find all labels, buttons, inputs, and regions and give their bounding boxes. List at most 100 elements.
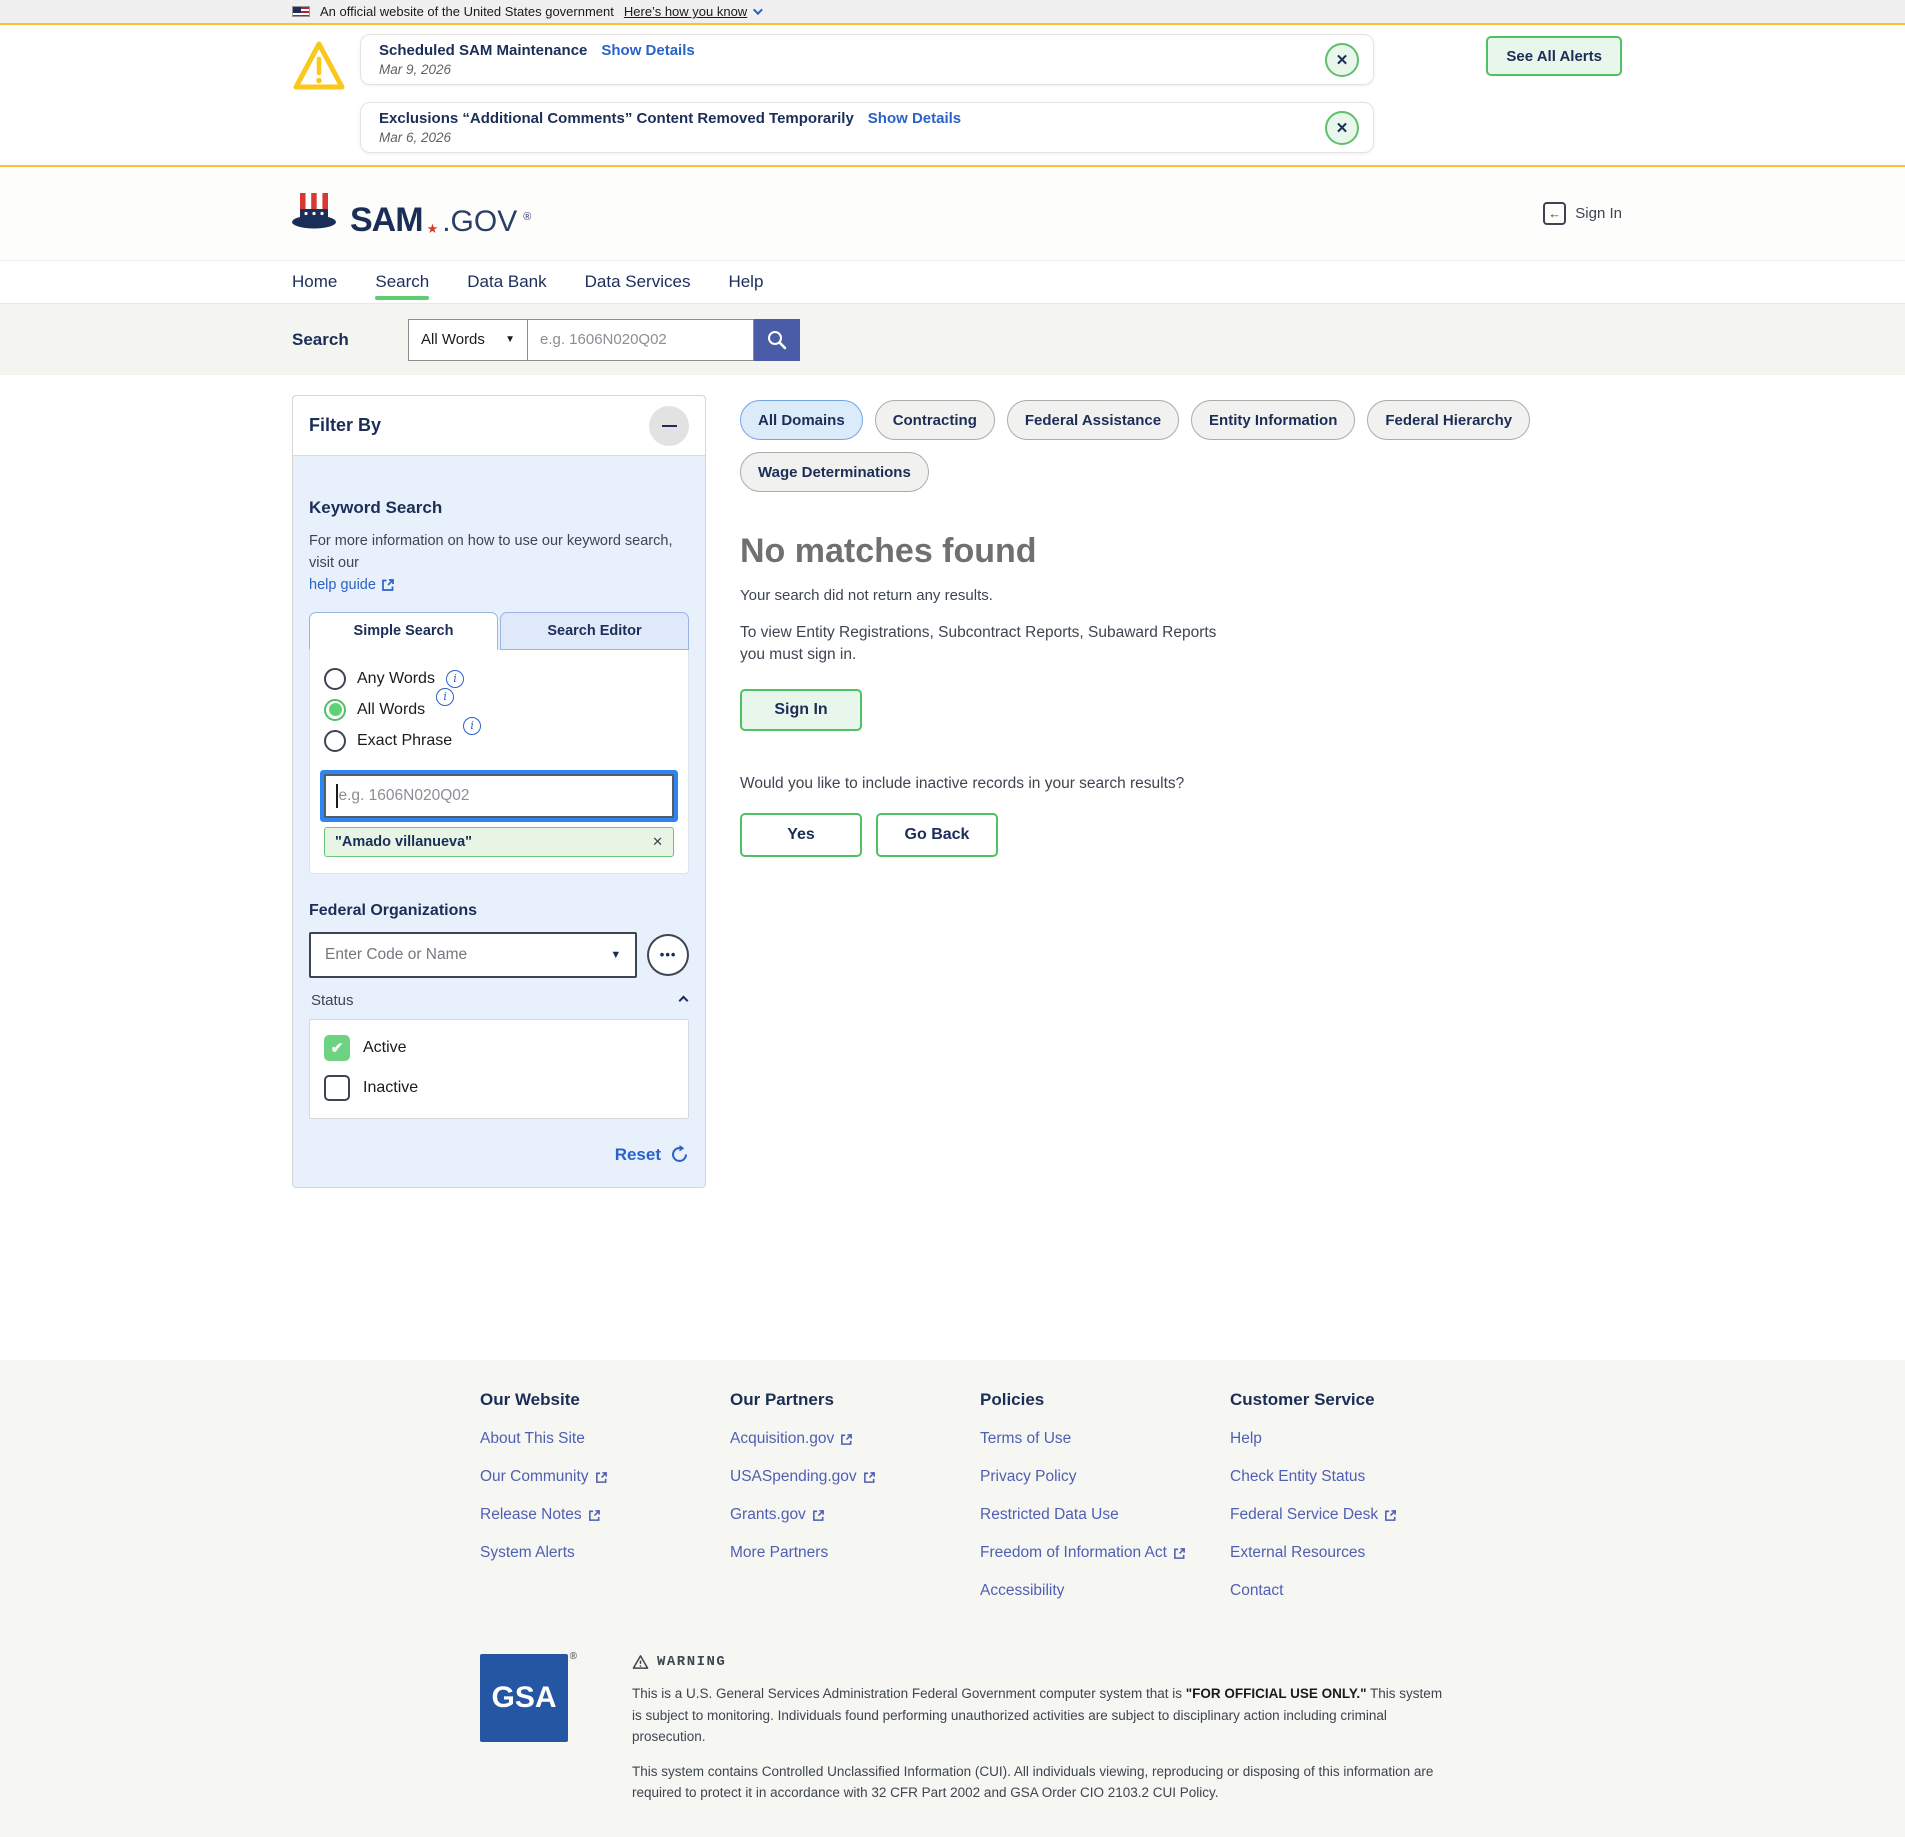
dropdown-caret-icon: ▼ <box>505 334 515 345</box>
tab-federal-hierarchy[interactable]: Federal Hierarchy <box>1367 400 1530 440</box>
tab-simple-search[interactable]: Simple Search <box>309 612 498 650</box>
checkbox-inactive[interactable]: Inactive <box>324 1075 674 1101</box>
info-icon[interactable]: i <box>436 688 454 706</box>
tab-contracting[interactable]: Contracting <box>875 400 995 440</box>
info-icon[interactable]: i <box>446 670 464 688</box>
checkbox-checked-icon[interactable]: ✔ <box>324 1035 350 1061</box>
reset-link[interactable]: Reset <box>615 1145 661 1165</box>
nav-item-home[interactable]: Home <box>292 261 337 303</box>
go-back-button[interactable]: Go Back <box>876 813 998 857</box>
external-link-icon <box>1384 1509 1397 1522</box>
warning-block: WARNING This is a U.S. General Services … <box>632 1654 1444 1804</box>
status-options: ✔ Active Inactive <box>309 1019 689 1119</box>
footer-link-terms-of-use[interactable]: Terms of Use <box>980 1430 1230 1448</box>
search-input[interactable] <box>528 319 754 361</box>
alert-card: Exclusions “Additional Comments” Content… <box>360 102 1374 153</box>
footer-link-federal-service-desk[interactable]: Federal Service Desk <box>1230 1506 1490 1524</box>
footer-link-our-community[interactable]: Our Community <box>480 1468 730 1486</box>
tab-entity-information[interactable]: Entity Information <box>1191 400 1355 440</box>
tab-search-editor[interactable]: Search Editor <box>500 612 689 650</box>
alert-list: Scheduled SAM Maintenance Show Details M… <box>360 34 1374 153</box>
sign-in-button[interactable]: Sign In <box>740 689 862 731</box>
footer-link-system-alerts[interactable]: System Alerts <box>480 1544 730 1562</box>
info-icon[interactable]: i <box>463 717 481 735</box>
radio-any-words[interactable]: Any Words i <box>324 668 674 690</box>
footer-link-grants-gov[interactable]: Grants.gov <box>730 1506 980 1524</box>
footer-link-about-this-site[interactable]: About This Site <box>480 1430 730 1448</box>
collapse-filters-button[interactable] <box>649 406 689 446</box>
alert-title: Scheduled SAM Maintenance <box>379 42 587 59</box>
footer-heading: Policies <box>980 1390 1230 1410</box>
sign-in-note: To view Entity Registrations, Subcontrac… <box>740 622 1245 667</box>
search-button[interactable] <box>754 319 800 361</box>
footer-link-acquisition-gov[interactable]: Acquisition.gov <box>730 1430 980 1448</box>
nav-item-help[interactable]: Help <box>728 261 763 303</box>
alert-title: Exclusions “Additional Comments” Content… <box>379 110 854 127</box>
footer-link-contact[interactable]: Contact <box>1230 1582 1490 1600</box>
how-you-know-link[interactable]: Here’s how you know <box>624 4 760 19</box>
main-nav: Home Search Data Bank Data Services Help <box>0 260 1905 303</box>
search-mode-select[interactable]: All Words ▼ <box>408 319 528 361</box>
external-link-icon <box>863 1471 876 1484</box>
reset-icon[interactable] <box>670 1145 689 1164</box>
radio-exact-phrase[interactable]: Exact Phrase i <box>324 730 674 752</box>
search-icon <box>766 329 788 351</box>
checkbox-icon[interactable] <box>324 1075 350 1101</box>
tab-wage-determinations[interactable]: Wage Determinations <box>740 452 929 492</box>
radio-all-words[interactable]: All Words i <box>324 699 674 721</box>
warning-icon <box>632 1654 649 1670</box>
tab-federal-assistance[interactable]: Federal Assistance <box>1007 400 1179 440</box>
keyword-chip: "Amado villanueva" ✕ <box>324 827 674 857</box>
radio-checked-icon[interactable] <box>324 699 346 721</box>
footer-link-accessibility[interactable]: Accessibility <box>980 1582 1230 1600</box>
no-matches-title: No matches found <box>740 532 1620 571</box>
sign-in-link[interactable]: ← Sign In <box>1543 202 1622 225</box>
status-section-toggle[interactable]: Status <box>309 992 689 1009</box>
warning-paragraph-2: This system contains Controlled Unclassi… <box>632 1761 1444 1804</box>
filter-by-title: Filter By <box>309 415 381 436</box>
star-icon: ★ <box>427 222 439 235</box>
gov-banner-text: An official website of the United States… <box>320 4 614 19</box>
footer-link-release-notes[interactable]: Release Notes <box>480 1506 730 1524</box>
nav-item-data-bank[interactable]: Data Bank <box>467 261 546 303</box>
radio-icon[interactable] <box>324 730 346 752</box>
federal-organizations-heading: Federal Organizations <box>309 902 689 920</box>
yes-button[interactable]: Yes <box>740 813 862 857</box>
footer-link-restricted-data-use[interactable]: Restricted Data Use <box>980 1506 1230 1524</box>
sam-gov-logo[interactable]: SAM★.GOV® <box>292 191 531 237</box>
footer-link-more-partners[interactable]: More Partners <box>730 1544 980 1562</box>
footer-col-policies: Policies Terms of Use Privacy Policy Res… <box>980 1390 1230 1620</box>
checkbox-active[interactable]: ✔ Active <box>324 1035 674 1061</box>
close-icon[interactable]: ✕ <box>1325 111 1359 145</box>
external-link-icon <box>588 1509 601 1522</box>
nav-item-search[interactable]: Search <box>375 261 429 303</box>
footer-link-foia[interactable]: Freedom of Information Act <box>980 1544 1230 1562</box>
close-icon[interactable]: ✕ <box>1325 43 1359 77</box>
ellipsis-icon: ••• <box>660 947 677 962</box>
see-all-alerts-button[interactable]: See All Alerts <box>1486 36 1622 76</box>
site-footer: Our Website About This Site Our Communit… <box>0 1360 1905 1837</box>
footer-link-check-entity-status[interactable]: Check Entity Status <box>1230 1468 1490 1486</box>
show-details-link[interactable]: Show Details <box>601 42 694 59</box>
federal-org-combobox[interactable]: Enter Code or Name ▼ <box>309 932 637 978</box>
nav-item-data-services[interactable]: Data Services <box>585 261 691 303</box>
show-details-link[interactable]: Show Details <box>868 110 961 127</box>
footer-link-external-resources[interactable]: External Resources <box>1230 1544 1490 1562</box>
help-guide-link[interactable]: help guide <box>309 577 395 593</box>
inactive-records-question: Would you like to include inactive recor… <box>740 775 1620 793</box>
footer-col-customer-service: Customer Service Help Check Entity Statu… <box>1230 1390 1490 1620</box>
footer-link-help[interactable]: Help <box>1230 1430 1490 1448</box>
chip-remove-icon[interactable]: ✕ <box>652 834 663 850</box>
footer-heading: Customer Service <box>1230 1390 1490 1410</box>
tab-all-domains[interactable]: All Domains <box>740 400 863 440</box>
external-link-icon <box>381 578 395 592</box>
footer-link-usaspending-gov[interactable]: USASpending.gov <box>730 1468 980 1486</box>
page: An official website of the United States… <box>0 0 1905 1837</box>
footer-link-privacy-policy[interactable]: Privacy Policy <box>980 1468 1230 1486</box>
warning-title: WARNING <box>657 1654 726 1670</box>
external-link-icon <box>840 1433 853 1446</box>
keyword-input[interactable]: e.g. 1606N020Q02 <box>324 774 674 818</box>
more-options-button[interactable]: ••• <box>647 934 689 976</box>
footer-heading: Our Partners <box>730 1390 980 1410</box>
radio-icon[interactable] <box>324 668 346 690</box>
